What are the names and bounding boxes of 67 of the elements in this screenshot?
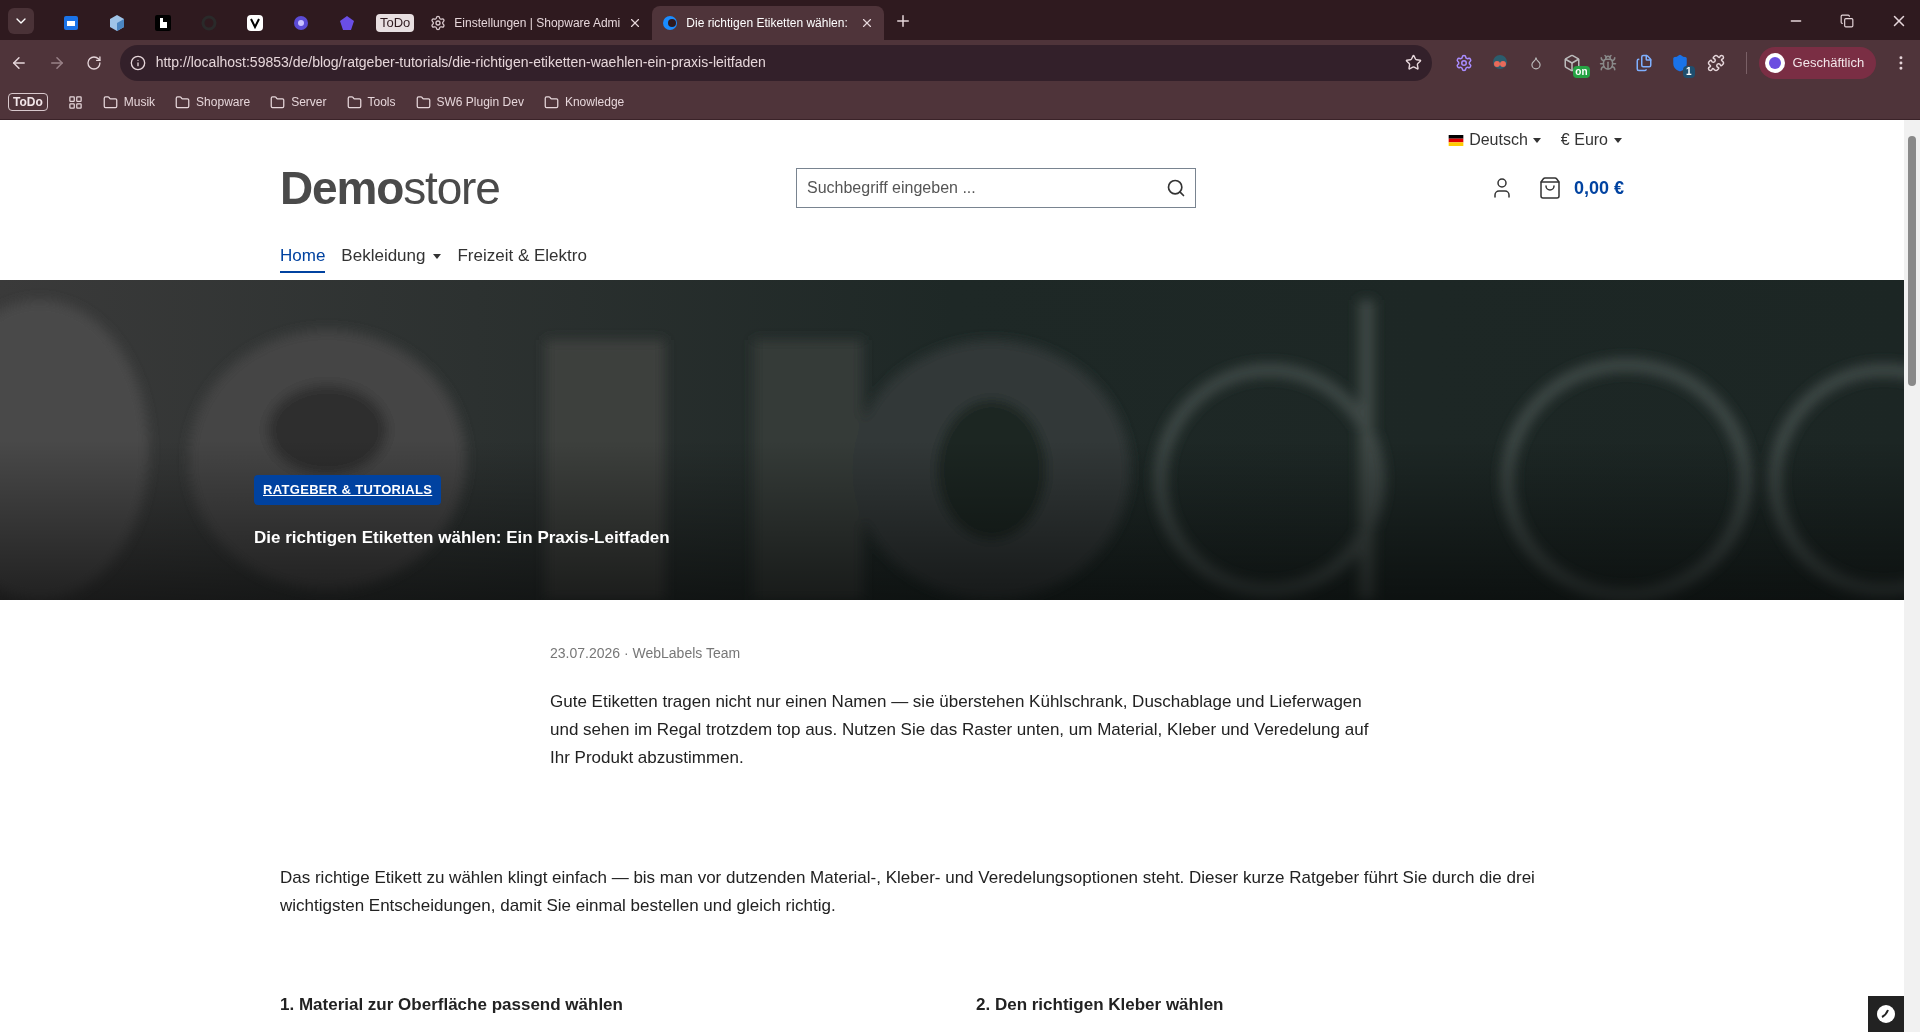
browser-tab[interactable]: Die richtigen Etiketten wählen: <box>652 6 885 40</box>
goggles-icon[interactable] <box>1490 53 1509 72</box>
profile-button[interactable]: Geschäftlich <box>1758 46 1877 79</box>
search-icon[interactable] <box>1166 178 1186 198</box>
language-dropdown[interactable]: Deutsch <box>1448 128 1541 152</box>
caret-icon <box>1532 137 1541 143</box>
nav-link[interactable]: Bekleidung <box>341 243 442 273</box>
intro-paragraph: Gute Etiketten tragen nicht nur einen Namen — sie überstehen Kühlschrank, Duschablage und Lieferwagen und sehen im Regal trotzdem top aus. Nutzen Sie das Raster unten, um Material, Kleber und Veredelung auf Ihr Produkt abzustimmen. <box>550 691 1370 769</box>
pinned-tab[interactable]: ToDo <box>370 6 421 40</box>
bookmark-folder[interactable]: Shopware <box>175 93 251 111</box>
tab-title: Die richtigen Etiketten wählen: <box>686 15 849 32</box>
nav-link[interactable]: Home <box>280 243 326 273</box>
tab-search-button[interactable] <box>8 8 34 34</box>
v-icon <box>247 15 263 31</box>
url-text: http://localhost:59853/de/blog/ratgeber-tutorials/die-richtigen-etiketten-waehlen-ein-praxis-leitfaden <box>155 53 767 72</box>
gear-icon[interactable] <box>1454 53 1473 72</box>
address-bar[interactable]: http://localhost:59853/de/blog/ratgeber-tutorials/die-richtigen-etiketten-waehlen-ein-praxis-leitfaden <box>119 44 1432 81</box>
drop-icon[interactable] <box>1528 55 1543 70</box>
apps-icon[interactable] <box>67 94 83 110</box>
bookmark-folder[interactable]: SW6 Plugin Dev <box>415 93 524 111</box>
bookmark-folder[interactable]: Tools <box>346 93 396 111</box>
category-badge[interactable]: RATGEBER & TUTORIALS <box>254 475 442 505</box>
extension-badge: 1 <box>1683 65 1695 78</box>
article-title: Die richtigen Etiketten wählen: Ein Praxis-Leitfaden <box>254 526 671 549</box>
restore-icon[interactable] <box>1840 14 1854 28</box>
folder-icon <box>346 94 362 110</box>
avatar-icon <box>1764 52 1785 73</box>
reload-icon[interactable] <box>85 54 102 71</box>
nav-link[interactable]: Freizeit & Elektro <box>457 243 587 273</box>
search-field[interactable]: Suchbegriff eingeben ... <box>796 168 1196 208</box>
folder-icon <box>102 94 118 110</box>
cart-icon[interactable] <box>1537 176 1562 200</box>
site-info-icon[interactable] <box>129 54 146 71</box>
cube-icon <box>108 14 126 32</box>
cart-total[interactable]: 0,00 € <box>1573 174 1624 202</box>
tab-title: Einstellungen | Shopware Admi <box>454 15 621 32</box>
store-logo[interactable]: Demostore <box>280 165 796 211</box>
debug-toolbar-button[interactable] <box>1868 996 1904 1032</box>
folder-icon <box>270 94 286 110</box>
swirl-icon <box>662 15 679 31</box>
copy-icon[interactable] <box>1634 53 1653 72</box>
bookmark-folder[interactable]: Knowledge <box>543 93 625 111</box>
folder-icon <box>415 94 431 110</box>
extension-badge: on <box>1573 65 1590 78</box>
app-icon <box>155 15 171 31</box>
currency-dropdown[interactable]: € Euro <box>1560 128 1624 152</box>
bookmark-star-icon[interactable] <box>1404 54 1422 71</box>
orb-icon <box>293 15 309 31</box>
bookmark-badge[interactable]: ToDo <box>8 93 48 111</box>
caret-icon <box>1614 137 1622 143</box>
tab-label: ToDo <box>376 14 415 32</box>
browser-tab[interactable]: Einstellungen | Shopware Admi <box>420 6 653 40</box>
settings-icon <box>430 15 447 31</box>
flag-icon <box>1448 134 1465 146</box>
extensions-icon[interactable] <box>1706 53 1725 72</box>
folder-icon <box>175 94 191 110</box>
bookmark-folder[interactable]: Musik <box>102 93 156 111</box>
body-paragraph: Das richtige Etikett zu wählen klingt einfach — bis man vor dutzenden Material-, Kleber- und Veredelungsoptionen steht. Dieser kurze Ratgeber führt Sie durch die drei wichtigsten Entscheidungen, damit Sie einmal bestellen und gleich richtig. <box>280 867 1536 917</box>
logo-icon <box>1876 1004 1896 1024</box>
section-heading: 2. Den richtigen Kleber wählen <box>976 994 1225 1016</box>
bookmark-folder[interactable]: Server <box>270 93 327 111</box>
bug-icon[interactable] <box>1598 53 1617 72</box>
gem-icon <box>339 15 355 31</box>
section-heading: 1. Material zur Oberfläche passend wählen <box>280 994 624 1016</box>
folder-icon <box>543 94 559 110</box>
calendar-icon <box>63 15 79 31</box>
article-meta: 23.07.2026 · WebLabels Team <box>550 644 742 663</box>
